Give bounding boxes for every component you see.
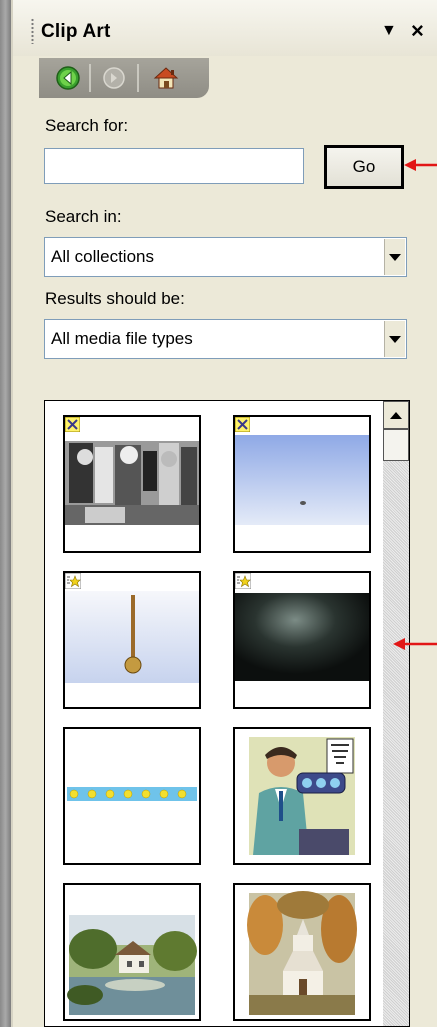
clip-thumbnail-image [235,435,369,525]
search-for-label: Search for: [45,116,129,135]
home-icon [153,67,179,89]
x-badge-icon [65,417,80,432]
search-in-value: All collections [51,247,154,266]
star-badge-icon [235,573,251,589]
pane-navigation-bar [39,58,209,98]
chevron-down-icon[interactable] [384,239,405,275]
annotation-arrow-icon [404,159,437,171]
annotation-arrow-icon [393,638,437,650]
clip-thumbnail-image [65,441,199,525]
pane-title: Clip Art [41,21,111,42]
close-icon[interactable]: × [411,18,424,44]
clip-art-item[interactable] [63,727,201,865]
scroll-up-button[interactable] [383,401,409,429]
scroll-thumb[interactable] [383,429,409,461]
clip-art-task-pane: Clip Art ▼ × Search for: Go Search in: A… [13,0,437,1027]
pane-titlebar: Clip Art ▼ × [13,0,437,56]
results-scrollbar[interactable] [383,401,409,1026]
drag-grip-icon[interactable] [31,18,34,44]
search-in-label: Search in: [45,207,122,226]
clip-thumbnail-image [67,915,197,1015]
window-edge [0,0,11,1027]
results-type-label: Results should be: [45,289,185,308]
results-type-value: All media file types [51,329,193,348]
back-button[interactable] [53,63,83,93]
clip-art-item[interactable] [233,571,371,709]
nav-separator [137,64,139,92]
star-badge-icon [65,573,81,589]
back-arrow-icon [56,66,80,90]
x-badge-icon [235,417,250,432]
chevron-down-icon[interactable] [384,321,405,357]
home-button[interactable] [151,63,181,93]
clip-art-item[interactable] [233,883,371,1021]
clip-thumbnail-image [249,737,355,855]
search-in-dropdown[interactable]: All collections [44,237,407,277]
clip-art-item[interactable] [233,415,371,553]
search-input[interactable] [44,148,304,184]
forward-button[interactable] [99,63,129,93]
clip-art-item[interactable] [63,571,201,709]
results-type-dropdown[interactable]: All media file types [44,319,407,359]
clip-thumbnail-image [65,591,199,683]
clip-thumbnail-image [67,787,197,801]
forward-arrow-icon [103,67,125,89]
clip-thumbnail-image [235,593,369,681]
pane-menu-icon[interactable]: ▼ [381,22,397,40]
go-button[interactable]: Go [324,145,404,189]
clip-art-item[interactable] [233,727,371,865]
clip-art-item[interactable] [63,415,201,553]
clip-art-item[interactable] [63,883,201,1021]
nav-separator [89,64,91,92]
results-list[interactable] [44,400,410,1027]
clip-thumbnail-image [247,891,357,1015]
